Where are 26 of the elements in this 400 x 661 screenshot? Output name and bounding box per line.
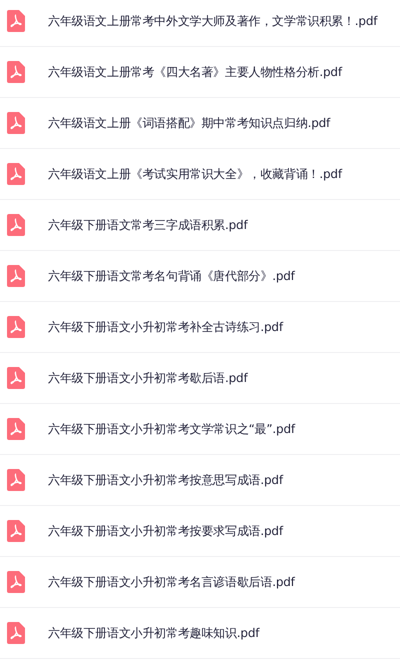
pdf-file-icon	[7, 469, 25, 491]
file-name[interactable]: 六年级下册语文小升初常考名言谚语歇后语.pdf	[48, 574, 295, 590]
file-name[interactable]: 六年级语文上册《考试实用常识大全》，收藏背诵！.pdf	[48, 166, 342, 182]
pdf-file-icon	[7, 367, 25, 389]
file-name[interactable]: 六年级语文上册常考《四大名著》主要人物性格分析.pdf	[48, 64, 342, 80]
pdf-file-icon	[7, 622, 25, 644]
file-name[interactable]: 六年级下册语文小升初常考按意思写成语.pdf	[48, 472, 283, 488]
pdf-file-icon	[7, 520, 25, 542]
file-name[interactable]: 六年级下册语文小升初常考歇后语.pdf	[48, 370, 248, 386]
file-name[interactable]: 六年级下册语文小升初常考文学常识之“最”.pdf	[48, 420, 295, 438]
file-name[interactable]: 六年级下册语文常考名句背诵《唐代部分》.pdf	[48, 268, 295, 284]
file-name[interactable]: 六年级语文上册常考中外文学大师及著作，文学常识积累！.pdf	[48, 12, 378, 30]
pdf-file-icon	[7, 214, 25, 236]
file-name[interactable]: 六年级下册语文常考三字成语积累.pdf	[48, 216, 248, 234]
pdf-file-icon	[7, 163, 25, 185]
pdf-file-icon	[7, 316, 25, 338]
file-name[interactable]: 六年级下册语文小升初常考按要求写成语.pdf	[48, 522, 283, 540]
pdf-file-icon	[7, 571, 25, 593]
pdf-file-icon	[7, 112, 25, 134]
pdf-file-icon	[7, 61, 25, 83]
pdf-file-icon	[7, 10, 25, 32]
pdf-file-icon	[7, 265, 25, 287]
file-name[interactable]: 六年级语文上册《词语搭配》期中常考知识点归纳.pdf	[48, 114, 330, 132]
pdf-file-icon	[7, 418, 25, 440]
file-name[interactable]: 六年级下册语文小升初常考趣味知识.pdf	[48, 624, 260, 642]
file-name[interactable]: 六年级下册语文小升初常考补全古诗练习.pdf	[48, 318, 283, 336]
